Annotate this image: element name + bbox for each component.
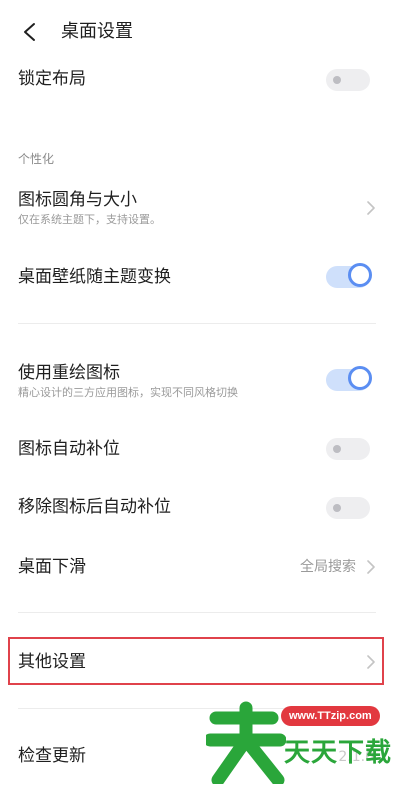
header-bar: 桌面设置 <box>0 0 400 66</box>
wallpaper-follow-toggle[interactable] <box>326 263 372 288</box>
page-title: 桌面设置 <box>61 21 133 42</box>
toggle-knob <box>348 366 372 390</box>
setting-subtitle: 仅在系统主题下，支持设置。 <box>18 213 161 226</box>
highlight-box <box>8 637 384 685</box>
section-label-personalization: 个性化 <box>18 152 55 166</box>
swipe-down-value: 全局搜索 <box>300 559 356 575</box>
setting-subtitle: 精心设计的三方应用图标，实现不同风格切换 <box>18 386 238 399</box>
back-button[interactable] <box>16 18 44 46</box>
toggle-knob <box>348 263 372 287</box>
setting-row-icon-corner[interactable]: 图标圆角与大小 仅在系统主题下，支持设置。 <box>0 186 400 232</box>
setting-row-auto-fill[interactable]: 图标自动补位 <box>0 435 400 465</box>
chevron-left-icon <box>24 23 35 41</box>
setting-row-wallpaper-follow[interactable]: 桌面壁纸随主题变换 <box>0 262 400 292</box>
auto-fill-toggle[interactable] <box>326 438 370 460</box>
chevron-right-icon <box>367 560 375 574</box>
toggle-knob <box>333 445 341 453</box>
toggle-knob <box>333 504 341 512</box>
setting-label: 图标圆角与大小 <box>18 190 137 210</box>
remove-auto-fill-toggle[interactable] <box>326 497 370 519</box>
redrawn-icons-toggle[interactable] <box>326 366 372 391</box>
watermark-url: www.TTzip.com <box>281 706 380 726</box>
setting-label: 检查更新 <box>18 746 86 766</box>
setting-label: 移除图标后自动补位 <box>18 497 171 517</box>
toggle-knob <box>333 76 341 84</box>
divider <box>18 708 376 709</box>
setting-label: 桌面下滑 <box>18 557 86 577</box>
setting-row-remove-auto-fill[interactable]: 移除图标后自动补位 <box>0 493 400 523</box>
divider <box>18 323 376 324</box>
chevron-right-icon <box>367 201 375 215</box>
setting-label: 使用重绘图标 <box>18 363 120 383</box>
check-update-value: 2.1.0 <box>338 749 374 765</box>
setting-label: 锁定布局 <box>18 69 86 89</box>
setting-row-lock-layout[interactable]: 锁定布局 <box>0 62 400 96</box>
setting-label: 图标自动补位 <box>18 439 120 459</box>
lock-layout-toggle[interactable] <box>326 69 370 91</box>
setting-row-swipe-down[interactable]: 桌面下滑 全局搜索 <box>0 553 400 583</box>
divider <box>18 612 376 613</box>
setting-row-redrawn-icons[interactable]: 使用重绘图标 精心设计的三方应用图标，实现不同风格切换 <box>0 360 400 404</box>
setting-label: 桌面壁纸随主题变换 <box>18 267 171 287</box>
